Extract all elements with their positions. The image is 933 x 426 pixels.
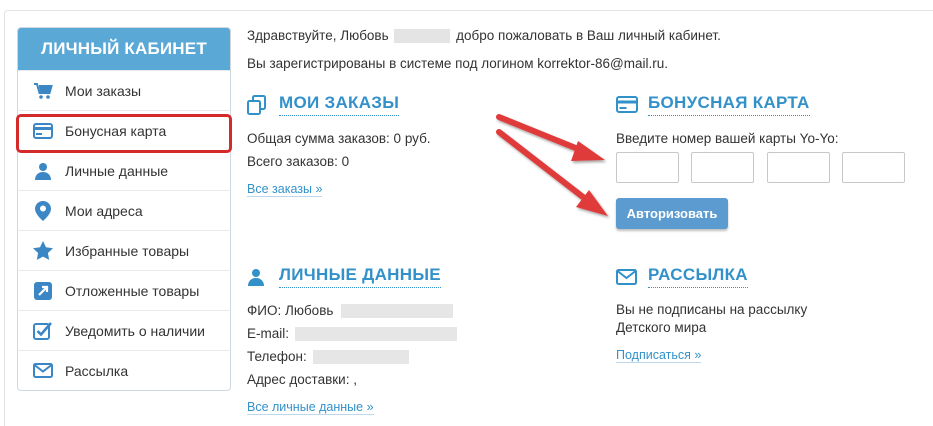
login-info: Вы зарегистрированы в системе под логино… (247, 56, 668, 71)
card-number-field-2[interactable] (691, 152, 754, 183)
authorize-button[interactable]: Авторизовать (616, 198, 728, 229)
orders-title: МОИ ЗАКАЗЫ (247, 93, 400, 116)
user-icon (247, 268, 269, 286)
newsletter-status-line1: Вы не подписаны на рассылку (616, 302, 808, 317)
envelope-icon (32, 360, 54, 382)
card-number-field-4[interactable] (842, 152, 905, 183)
bonus-title-text: БОНУСНАЯ КАРТА (648, 93, 810, 116)
all-personal-data-link[interactable]: Все личные данные » (247, 400, 374, 415)
highlight-frame (16, 114, 232, 153)
email-label: E-mail: (247, 326, 290, 341)
address-row: Адрес доставки: , (247, 372, 357, 387)
sidebar-item-addresses[interactable]: Мои адреса (18, 190, 230, 230)
user-icon (32, 160, 54, 182)
sidebar-item-label: Мои адреса (65, 202, 143, 219)
sidebar-item-label: Отложенные товары (65, 282, 200, 299)
newsletter-title-text: РАССЫЛКА (648, 265, 748, 288)
sidebar-item-label: Избранные товары (65, 242, 190, 259)
sidebar-item-newsletter[interactable]: Рассылка (18, 350, 230, 390)
cart-icon (32, 80, 54, 102)
redacted-phone (312, 350, 409, 365)
checkbox-icon (32, 320, 54, 342)
fio-row: ФИО: Любовь (247, 303, 454, 319)
card-number-field-3[interactable] (767, 152, 830, 183)
bonus-prompt: Введите номер вашей карты Yo-Yo: (616, 131, 839, 146)
sidebar-item-label: Уведомить о наличии (65, 322, 205, 339)
newsletter-status-line2: Детского мира (616, 320, 707, 335)
redacted-surname (394, 29, 451, 44)
orders-total-count: Всего заказов: 0 (247, 154, 350, 169)
greeting-hello: Здравствуйте, Любовь (247, 28, 389, 43)
bonus-title: БОНУСНАЯ КАРТА (616, 93, 810, 116)
sidebar-item-deferred[interactable]: Отложенные товары (18, 270, 230, 310)
sidebar-item-notify[interactable]: Уведомить о наличии (18, 310, 230, 350)
greeting-welcome: добро пожаловать в Ваш личный кабинет. (456, 28, 721, 43)
copy-icon (247, 94, 269, 115)
sidebar-item-label: Рассылка (65, 362, 129, 379)
sidebar-item-favorites[interactable]: Избранные товары (18, 230, 230, 270)
fio-label: ФИО: Любовь (247, 303, 334, 318)
orders-total-sum: Общая сумма заказов: 0 руб. (247, 131, 431, 146)
subscribe-link[interactable]: Подписаться » (616, 348, 702, 363)
greeting-line: Здравствуйте, Любовь добро пожаловать в … (247, 28, 721, 44)
sidebar-item-label: Мои заказы (65, 82, 142, 99)
star-icon (32, 240, 54, 262)
redacted-fio (341, 304, 454, 319)
orders-title-text: МОИ ЗАКАЗЫ (279, 93, 400, 116)
all-orders-link[interactable]: Все заказы » (247, 182, 323, 197)
newsletter-title: РАССЫЛКА (616, 265, 748, 288)
personal-title-text: ЛИЧНЫЕ ДАННЫЕ (279, 265, 441, 288)
personal-title: ЛИЧНЫЕ ДАННЫЕ (247, 265, 441, 288)
email-row: E-mail: (247, 326, 457, 342)
sidebar-item-label: Личные данные (65, 162, 169, 179)
phone-label: Телефон: (247, 349, 307, 364)
redacted-email (294, 327, 457, 342)
sidebar: ЛИЧНЫЙ КАБИНЕТ Мои заказы Бонусная карта… (17, 27, 231, 391)
card-number-field-1[interactable] (616, 152, 679, 183)
sidebar-item-orders[interactable]: Мои заказы (18, 70, 230, 110)
envelope-icon (616, 268, 638, 285)
phone-row: Телефон: (247, 349, 409, 365)
map-pin-icon (32, 200, 54, 222)
card-icon (616, 96, 638, 113)
sidebar-title: ЛИЧНЫЙ КАБИНЕТ (18, 28, 230, 70)
sidebar-item-personal-data[interactable]: Личные данные (18, 150, 230, 190)
arrow-box-icon (32, 280, 54, 302)
